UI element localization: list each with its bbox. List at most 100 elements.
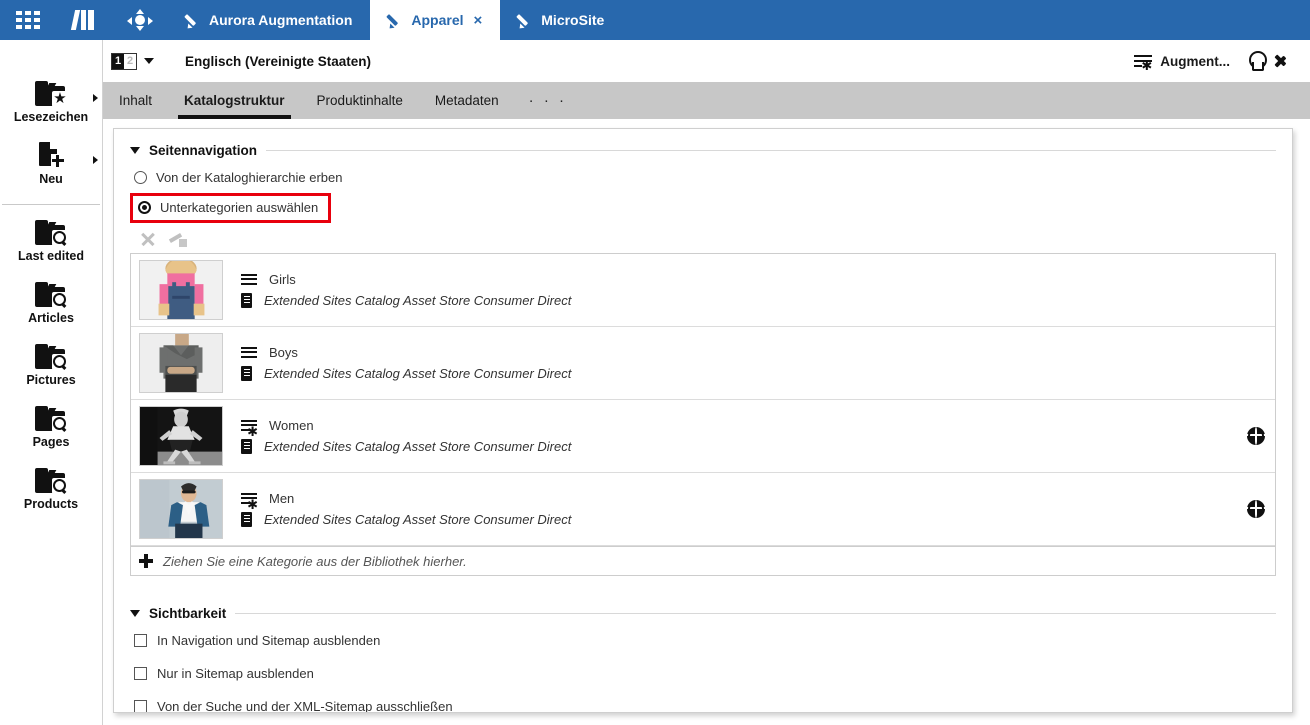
augment-button[interactable]: ✱ Augment... [1134, 54, 1230, 69]
store-icon [241, 293, 252, 308]
tab-label: MicroSite [541, 12, 604, 28]
radio-button[interactable] [134, 171, 147, 184]
top-app-bar: Aurora Augmentation Apparel × MicroSite [0, 0, 1310, 40]
checkbox-label: Von der Suche und der XML-Sitemap aussch… [157, 699, 453, 713]
checkbox[interactable] [134, 634, 147, 647]
category-name: Girls [269, 272, 296, 287]
split-view-selector[interactable]: 1 2 [111, 53, 154, 70]
list-icon [241, 347, 257, 359]
delete-icon[interactable] [140, 232, 155, 247]
sidebar-item-products[interactable]: Products [0, 467, 102, 511]
thumbnail [139, 260, 223, 320]
collapse-triangle-icon[interactable] [130, 610, 140, 617]
tab-katalogstruktur[interactable]: Katalogstruktur [168, 82, 301, 119]
tab-inhalt[interactable]: Inhalt [103, 82, 168, 119]
sidebar-item-label: Pages [33, 435, 70, 449]
category-store: Extended Sites Catalog Asset Store Consu… [264, 512, 571, 527]
table-row[interactable]: Girls Extended Sites Catalog Asset Store… [131, 254, 1275, 327]
navigation-pad-button[interactable] [112, 0, 168, 40]
pencil-icon [388, 13, 403, 28]
category-store-line: Extended Sites Catalog Asset Store Consu… [241, 512, 571, 527]
category-store: Extended Sites Catalog Asset Store Consu… [264, 366, 571, 381]
chevron-left-icon[interactable] [1282, 50, 1296, 72]
sidebar-item-label: Neu [39, 172, 63, 186]
section-header-seitennavigation: Seitennavigation [130, 143, 1276, 158]
category-store: Extended Sites Catalog Asset Store Consu… [264, 439, 571, 454]
split-view-icon: 1 2 [111, 53, 137, 70]
thumbnail [139, 479, 223, 539]
tab-microsite[interactable]: MicroSite [500, 0, 622, 40]
tab-label: Apparel [411, 12, 463, 28]
plus-icon [139, 554, 153, 568]
category-info: ✱ Women Extended Sites Catalog Asset Sto… [241, 418, 571, 454]
navigation-pad-icon [127, 9, 153, 31]
sidebar-item-pictures[interactable]: Pictures [0, 343, 102, 387]
table-row[interactable]: ✱ Men Extended Sites Catalog Asset Store… [131, 473, 1275, 546]
checkbox-exclude-search-xml-sitemap[interactable]: Von der Suche und der XML-Sitemap aussch… [130, 699, 1276, 713]
tab-aurora-augmentation[interactable]: Aurora Augmentation [168, 0, 370, 40]
radio-label: Unterkategorien auswählen [160, 200, 318, 215]
chevron-right-icon[interactable] [93, 156, 98, 164]
tab-label: Katalogstruktur [184, 93, 285, 108]
left-sidebar: ★ Lesezeichen Neu Last edited Articles P… [0, 40, 103, 725]
category-name: Men [269, 491, 294, 506]
checkbox[interactable] [134, 700, 147, 713]
category-store-line: Extended Sites Catalog Asset Store Consu… [241, 439, 571, 454]
category-info: Boys Extended Sites Catalog Asset Store … [241, 345, 571, 381]
chevron-right-icon[interactable] [93, 94, 98, 102]
sidebar-item-label: Products [24, 497, 78, 511]
sidebar-item-articles[interactable]: Articles [0, 281, 102, 325]
section-header-sichtbarkeit: Sichtbarkeit [130, 606, 1276, 621]
store-icon [241, 512, 252, 527]
pencil-icon [518, 13, 533, 28]
augment-icon: ✱ [1134, 54, 1152, 68]
tab-metadaten[interactable]: Metadaten [419, 82, 515, 119]
folder-star-icon: ★ [35, 80, 67, 106]
sidebar-item-pages[interactable]: Pages [0, 405, 102, 449]
collapse-triangle-icon[interactable] [130, 147, 140, 154]
tab-label: Metadaten [435, 93, 499, 108]
list-augmented-icon: ✱ [241, 420, 257, 432]
augment-label: Augment... [1160, 54, 1230, 69]
section-rule [266, 150, 1276, 151]
checkbox-label: In Navigation und Sitemap ausblenden [157, 633, 380, 648]
tab-apparel[interactable]: Apparel × [370, 0, 500, 40]
checkbox-label: Nur in Sitemap ausblenden [157, 666, 314, 681]
radio-option-select-subcategories-highlight[interactable]: Unterkategorien auswählen [130, 193, 331, 223]
sidebar-item-last-edited[interactable]: Last edited [0, 219, 102, 263]
chevron-down-icon[interactable] [144, 58, 154, 64]
main-content-panel: Seitennavigation Von der Kataloghierarch… [113, 128, 1293, 713]
tab-produktinhalte[interactable]: Produktinhalte [301, 82, 419, 119]
category-drop-zone[interactable]: Ziehen Sie eine Kategorie aus der Biblio… [130, 546, 1276, 576]
radio-button[interactable] [138, 201, 151, 214]
split-view-left: 1 [112, 54, 124, 69]
globe-icon[interactable] [1247, 500, 1265, 518]
list-augmented-icon: ✱ [241, 493, 257, 505]
sidebar-item-label: Last edited [18, 249, 84, 263]
category-name-line: ✱ Men [241, 491, 571, 506]
apps-grid-button[interactable] [0, 0, 56, 40]
content-tabstrip: Inhalt Katalogstruktur Produktinhalte Me… [103, 82, 1310, 119]
library-button[interactable] [56, 0, 112, 40]
tab-label: Aurora Augmentation [209, 12, 352, 28]
table-row[interactable]: ✱ Women Extended Sites Catalog Asset Sto… [131, 400, 1275, 473]
tab-overflow-button[interactable]: · · · [515, 82, 581, 119]
checkbox-hide-sitemap-only[interactable]: Nur in Sitemap ausblenden [130, 666, 1276, 681]
table-row[interactable]: Boys Extended Sites Catalog Asset Store … [131, 327, 1275, 400]
edit-icon[interactable] [169, 232, 187, 247]
checkbox-hide-navigation-sitemap[interactable]: In Navigation und Sitemap ausblenden [130, 633, 1276, 648]
store-icon [241, 439, 252, 454]
category-name: Women [269, 418, 314, 433]
lightbulb-icon[interactable] [1248, 51, 1264, 71]
language-label: Englisch (Vereinigte Staaten) [185, 54, 371, 69]
sidebar-item-neu[interactable]: Neu [0, 142, 102, 186]
category-store-line: Extended Sites Catalog Asset Store Consu… [241, 366, 571, 381]
checkbox[interactable] [134, 667, 147, 680]
sidebar-item-lesezeichen[interactable]: ★ Lesezeichen [0, 80, 102, 124]
drop-zone-hint: Ziehen Sie eine Kategorie aus der Biblio… [163, 554, 467, 569]
radio-option-inherit[interactable]: Von der Kataloghierarchie erben [130, 170, 1276, 185]
close-icon[interactable]: × [474, 12, 483, 29]
globe-icon[interactable] [1247, 427, 1265, 445]
tab-label: Inhalt [119, 93, 152, 108]
section-rule [235, 613, 1276, 614]
